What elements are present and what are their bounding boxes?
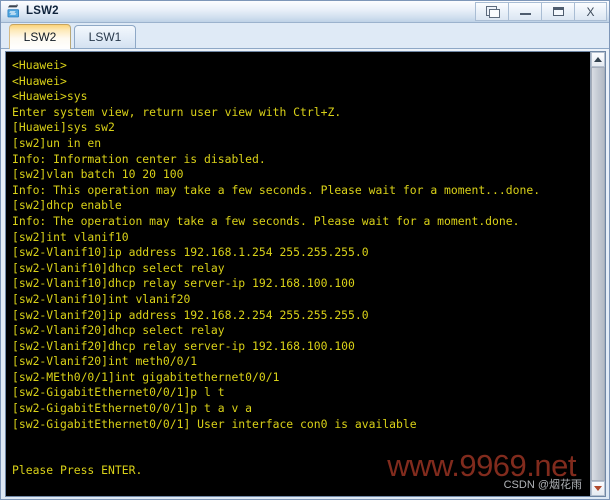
console-line: [sw2]vlan batch 10 20 100	[12, 167, 184, 182]
console-line: [sw2-Vlanif10]ip address 192.168.1.254 2…	[12, 245, 369, 260]
console-line: <Huawei>sys	[12, 89, 88, 104]
device-tab-strip: LSW2 LSW1	[1, 23, 609, 49]
console-line: Info: This operation may take a few seco…	[12, 182, 541, 197]
window-controls: X	[475, 2, 607, 21]
console-line: [sw2]un in en	[12, 135, 102, 150]
console-line: [sw2-Vlanif20]int meth0/0/1	[12, 354, 198, 369]
switch-device-icon	[6, 4, 22, 19]
console-line: <Huawei>	[12, 73, 67, 88]
console-line: [sw2-Vlanif20]dhcp relay server-ip 192.1…	[12, 338, 355, 353]
tab-lsw2-label: LSW2	[23, 30, 57, 44]
scroll-up-button[interactable]	[591, 52, 605, 67]
console-line: [sw2-Vlanif10]dhcp select relay	[12, 260, 225, 275]
tab-lsw1-label: LSW1	[88, 30, 122, 44]
minimize-icon	[519, 13, 531, 15]
console-line: [sw2-Vlanif20]dhcp select relay	[12, 323, 225, 338]
console-line: [sw2-Vlanif10]dhcp relay server-ip 192.1…	[12, 276, 355, 291]
minimize-window-button[interactable]	[508, 2, 541, 21]
window-title: LSW2	[26, 4, 59, 17]
console-line: <Huawei>	[12, 58, 67, 72]
console-line: [sw2-GigabitEthernet0/0/1]p t a v a	[12, 401, 253, 416]
console-line: [sw2-Vlanif10]int vlanif20	[12, 291, 191, 306]
console-line: Enter system view, return user view with…	[12, 104, 342, 119]
maximize-window-button[interactable]	[541, 2, 574, 21]
restore-icon	[485, 6, 500, 18]
console-scrollbar[interactable]	[590, 52, 605, 496]
console-line: [sw2-Vlanif20]ip address 192.168.2.254 2…	[12, 307, 369, 322]
scroll-down-button[interactable]	[591, 481, 605, 496]
scrollbar-track[interactable]	[591, 67, 605, 481]
maximize-icon	[552, 7, 564, 16]
scroll-up-arrow-icon	[594, 57, 602, 62]
title-bar[interactable]: LSW2 X	[1, 1, 609, 23]
console-line: Info: Information center is disabled.	[12, 151, 266, 166]
tab-lsw2[interactable]: LSW2	[9, 24, 71, 49]
console-line: [sw2]dhcp enable	[12, 198, 122, 213]
close-icon: X	[586, 4, 595, 19]
close-window-button[interactable]: X	[574, 2, 607, 21]
console-line: [Huawei]sys sw2	[12, 120, 115, 135]
restore-window-button[interactable]	[475, 2, 508, 21]
console-line: [sw2-MEth0/0/1]int gigabitethernet0/0/1	[12, 369, 280, 384]
scroll-down-arrow-icon	[594, 486, 602, 491]
console-area: <Huawei> <Huawei> <Huawei>sys Enter system …	[5, 51, 606, 497]
console-line: [sw2]int vlanif10	[12, 229, 129, 244]
console-line: [sw2-GigabitEthernet0/0/1]p l t	[12, 385, 225, 400]
console-line: Info: The operation may take a few secon…	[12, 213, 520, 228]
console-line: [sw2-GigabitEthernet0/0/1] User interfac…	[12, 416, 417, 431]
scrollbar-thumb[interactable]	[591, 67, 605, 481]
console-output: <Huawei> <Huawei> <Huawei>sys Enter system …	[12, 58, 590, 479]
tab-lsw1[interactable]: LSW1	[74, 25, 136, 48]
console-line: Please Press ENTER.	[12, 463, 143, 478]
cli-console[interactable]: <Huawei> <Huawei> <Huawei>sys Enter system …	[6, 52, 590, 496]
terminal-window: LSW2 X LSW2 LSW1 <Huawei> <Huawei> <Huaw…	[0, 0, 610, 500]
